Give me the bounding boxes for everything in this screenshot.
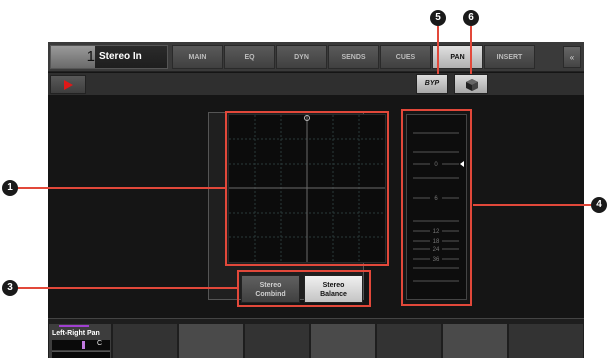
pan-grid [229,115,385,262]
empty-knob-slot [311,324,375,358]
channel-selector[interactable]: 1 Stereo In [50,45,168,69]
callout-6-leader [470,26,472,74]
knob-strip: Left-Right Pan C [48,318,584,358]
width-scale: 0 6 12 18 24 36 [413,132,464,282]
width-indicator [460,161,464,167]
tab-sends[interactable]: SENDS [328,45,379,69]
callout-5-leader [437,26,439,74]
tab-pan[interactable]: PAN [432,45,483,69]
tab-cues[interactable]: CUES [380,45,431,69]
callout-4-leader [473,204,591,206]
callout-3-leader [16,287,238,289]
width-scale-label: 0 [434,162,438,168]
empty-knob-slot [179,324,243,358]
tab-eq[interactable]: EQ [224,45,275,69]
width-scale-label: 24 [433,247,440,253]
callout-4-badge: 4 [591,197,607,213]
channel-number: 1 [86,48,95,65]
collapse-arrows-icon: « [569,53,575,62]
knob-label: Left-Right Pan [52,330,100,337]
channel-name: Stereo In [99,51,142,62]
stereo-width-meter[interactable]: 0 6 12 18 24 36 [406,114,467,300]
cube-button[interactable] [454,74,488,94]
pan-screen: 1 Stereo In MAIN EQ DYN SENDS CUES PAN I… [48,42,584,358]
play-button[interactable] [50,75,86,94]
callout-1-badge: 1 [2,180,18,196]
stereo-balance-button[interactable]: Stereo Balance [304,275,363,303]
callout-6-badge: 6 [463,10,479,26]
empty-knob-slot [245,324,309,358]
cube-icon [466,79,478,91]
empty-knob-slot [509,324,583,358]
tab-dyn[interactable]: DYN [276,45,327,69]
knob-value: C [97,340,103,347]
width-scale-label: 6 [434,196,438,202]
empty-knob-slot [113,324,177,358]
toolbar: BYP [48,73,584,95]
knob-meter: C [52,340,110,350]
width-scale-label: 18 [433,239,440,245]
stereo-combined-button[interactable]: Stereo Combind [241,275,300,303]
collapse-button[interactable]: « [563,46,581,68]
knob-left-right-pan[interactable]: Left-Right Pan C [49,324,111,358]
callout-5-badge: 5 [430,10,446,26]
play-icon [64,80,73,90]
tab-insert[interactable]: INSERT [484,45,535,69]
callout-1-leader [16,187,226,189]
tab-bar: MAIN EQ DYN SENDS CUES PAN INSERT [172,45,535,69]
width-scale-label: 12 [433,229,440,235]
bypass-button[interactable]: BYP [416,74,448,94]
pan-position-field[interactable] [228,114,386,263]
empty-knob-slot [443,324,507,358]
width-scale-label: 36 [433,257,440,263]
top-bar: 1 Stereo In MAIN EQ DYN SENDS CUES PAN I… [48,42,584,72]
callout-3-badge: 3 [2,280,18,296]
tab-main[interactable]: MAIN [172,45,223,69]
empty-knob-slot [377,324,441,358]
